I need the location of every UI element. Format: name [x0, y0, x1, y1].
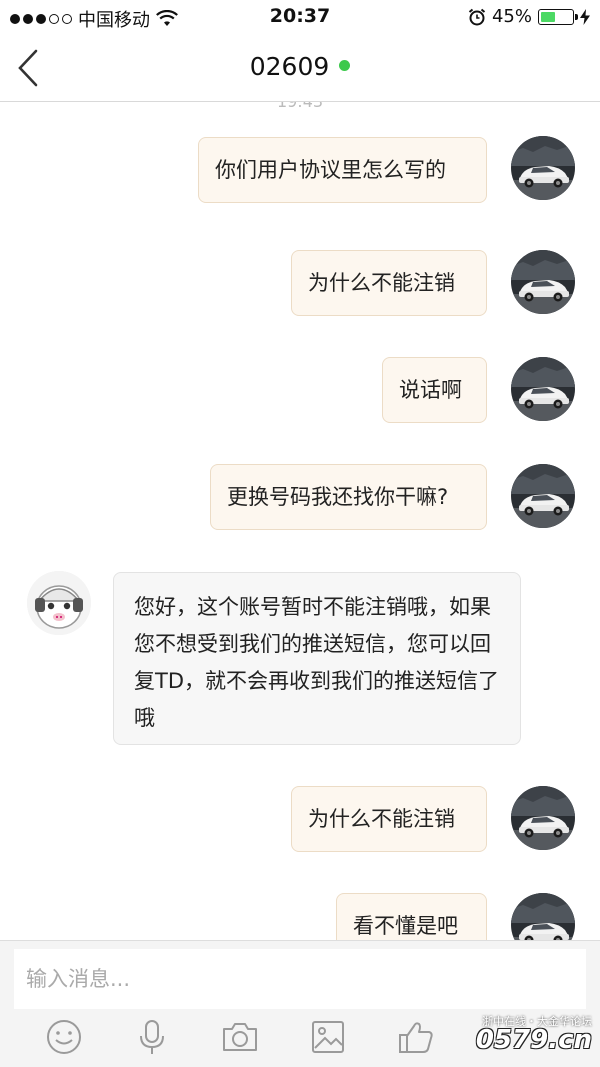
user-avatar[interactable] — [511, 357, 575, 421]
system-status: 45% — [468, 6, 590, 27]
online-status-icon — [339, 59, 351, 71]
car-avatar-icon — [511, 786, 575, 850]
message-input[interactable] — [14, 949, 586, 1009]
message-text: 说话啊 — [399, 378, 462, 402]
camera-icon — [223, 1023, 257, 1051]
status-bar: 中国移动 20:37 45% — [0, 0, 600, 34]
voice-button[interactable] — [132, 1017, 172, 1057]
nav-bar: 02609 — [0, 34, 600, 102]
car-avatar-icon — [511, 357, 575, 421]
emoji-button[interactable] — [44, 1017, 84, 1057]
car-avatar-icon — [511, 136, 575, 200]
message-text: 你们用户协议里怎么写的 — [215, 158, 446, 182]
emoji-icon — [47, 1020, 81, 1054]
chat-title: 02609 — [0, 52, 600, 81]
watermark-logo: 0579.cn — [475, 1025, 592, 1055]
support-avatar[interactable] — [27, 571, 91, 635]
outgoing-message[interactable]: 更换号码我还找你干嘛? — [210, 464, 487, 530]
user-avatar[interactable] — [511, 893, 575, 940]
message-text: 为什么不能注销 — [308, 807, 455, 831]
image-icon — [312, 1021, 344, 1053]
thumbs-up-icon — [399, 1022, 433, 1053]
outgoing-message[interactable]: 看不懂是吧 — [336, 893, 487, 940]
outgoing-message[interactable]: 为什么不能注销 — [291, 250, 487, 316]
battery-icon — [538, 8, 578, 25]
alarm-icon — [468, 8, 486, 25]
car-avatar-icon — [511, 464, 575, 528]
user-avatar[interactable] — [511, 136, 575, 200]
outgoing-message[interactable]: 你们用户协议里怎么写的 — [198, 137, 487, 203]
car-avatar-icon — [511, 250, 575, 314]
message-list[interactable]: 19:43 你们用户协议里怎么写的 为什么不能注销 说话啊 更换号码我还找你干嘛… — [0, 102, 600, 940]
image-button[interactable] — [308, 1017, 348, 1057]
like-button[interactable] — [396, 1017, 436, 1057]
message-text: 看不懂是吧 — [353, 914, 458, 938]
user-avatar[interactable] — [511, 786, 575, 850]
car-avatar-icon — [511, 893, 575, 940]
microphone-icon — [140, 1020, 164, 1054]
charging-icon — [580, 8, 590, 25]
battery-percent: 45% — [491, 6, 532, 27]
incoming-message[interactable]: 您好，这个账号暂时不能注销哦，如果您不想受到我们的推送短信，您可以回复TD，就不… — [113, 572, 521, 745]
contact-id: 02609 — [249, 52, 330, 81]
composer: 浙中在线・大金华论坛 0579.cn — [0, 940, 600, 1067]
camera-button[interactable] — [220, 1017, 260, 1057]
site-watermark: 浙中在线・大金华论坛 0579.cn — [442, 1013, 592, 1059]
message-text: 更换号码我还找你干嘛? — [227, 485, 449, 509]
mascot-avatar-icon — [27, 571, 91, 635]
message-text: 您好，这个账号暂时不能注销哦，如果您不想受到我们的推送短信，您可以回复TD，就不… — [134, 595, 499, 730]
outgoing-message[interactable]: 说话啊 — [382, 357, 487, 423]
user-avatar[interactable] — [511, 250, 575, 314]
user-avatar[interactable] — [511, 464, 575, 528]
outgoing-message[interactable]: 为什么不能注销 — [291, 786, 487, 852]
message-text: 为什么不能注销 — [308, 271, 455, 295]
message-timestamp: 19:43 — [0, 102, 600, 111]
